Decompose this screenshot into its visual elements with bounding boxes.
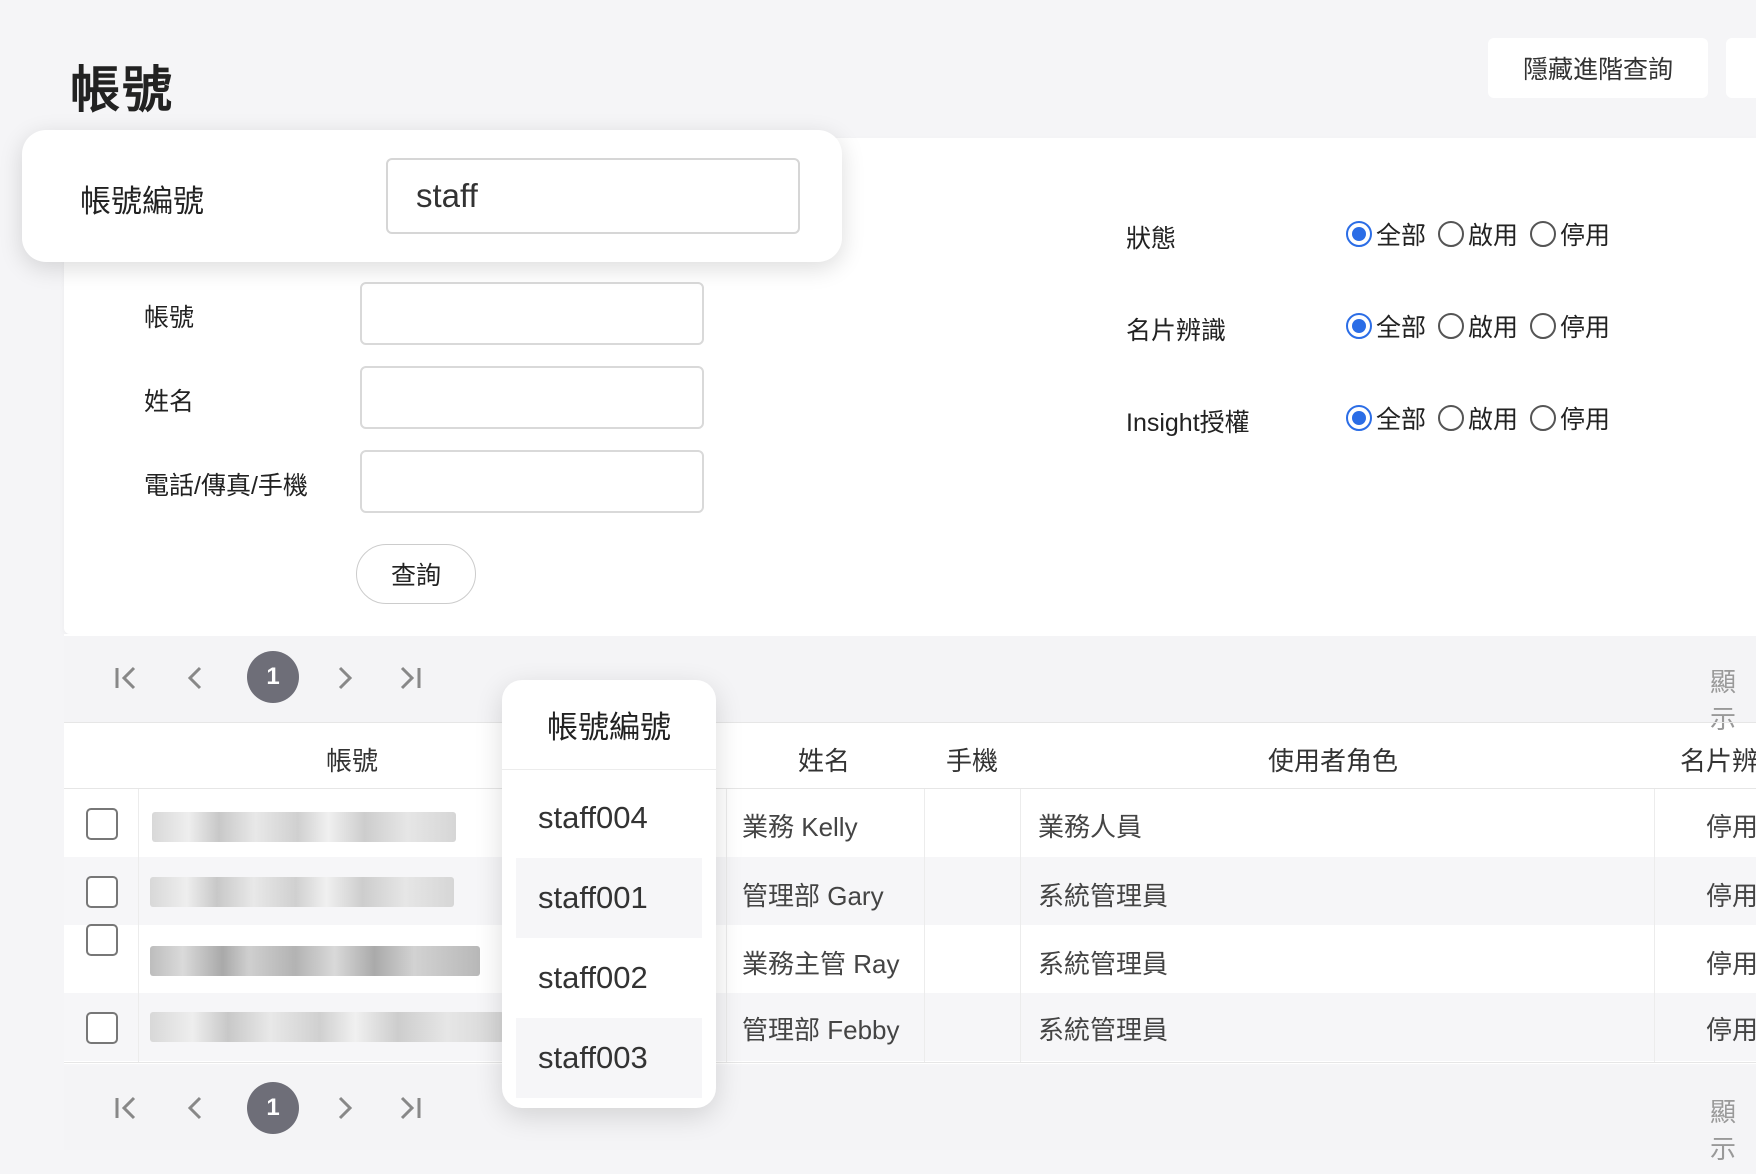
col-header-card-recognition[interactable]: 名片辨 bbox=[1680, 741, 1756, 778]
radio-checked-icon[interactable] bbox=[1346, 405, 1372, 431]
row-role: 系統管理員 bbox=[1038, 949, 1169, 979]
row-card-status: 停用 bbox=[1706, 881, 1756, 911]
account-blurred bbox=[152, 812, 456, 842]
status-option-enabled[interactable]: 啟用 bbox=[1438, 216, 1518, 252]
row-checkbox[interactable] bbox=[86, 808, 118, 840]
popover-item: staff004 bbox=[538, 800, 648, 835]
insight-option-enabled[interactable]: 啟用 bbox=[1438, 400, 1518, 436]
col-header-mobile[interactable]: 手機 bbox=[946, 741, 998, 778]
account-blurred bbox=[150, 946, 480, 976]
search-button[interactable]: 查詢 bbox=[356, 544, 476, 604]
insight-option-disabled[interactable]: 停用 bbox=[1530, 400, 1610, 436]
account-blurred bbox=[150, 877, 454, 907]
col-header-name[interactable]: 姓名 bbox=[798, 741, 850, 778]
row-checkbox[interactable] bbox=[86, 876, 118, 908]
insight-option-all[interactable]: 全部 bbox=[1346, 400, 1426, 436]
radio-icon[interactable] bbox=[1438, 221, 1465, 247]
insight-label: Insight授權 bbox=[1126, 409, 1250, 437]
prev-page-icon[interactable] bbox=[186, 1094, 204, 1122]
col-header-role[interactable]: 使用者角色 bbox=[1268, 741, 1398, 778]
account-input[interactable] bbox=[360, 282, 704, 345]
hide-advanced-search-button[interactable]: 隱藏進階查詢 bbox=[1488, 38, 1708, 98]
row-name: 業務主管 Ray bbox=[742, 949, 900, 979]
card-recognition-label: 名片辨識 bbox=[1126, 317, 1227, 345]
row-card-status: 停用 bbox=[1706, 1015, 1756, 1045]
account-label: 帳號 bbox=[144, 304, 195, 332]
row-role: 系統管理員 bbox=[1038, 881, 1169, 911]
status-label: 狀態 bbox=[1126, 225, 1177, 253]
first-page-icon[interactable] bbox=[114, 664, 138, 692]
radio-checked-icon[interactable] bbox=[1346, 313, 1372, 339]
card-option-all[interactable]: 全部 bbox=[1346, 308, 1426, 344]
card-recognition-radio-group: 全部 啟用 停用 bbox=[1346, 308, 1622, 344]
status-option-all[interactable]: 全部 bbox=[1346, 216, 1426, 252]
page-size-text: 顯示 bbox=[1710, 667, 1737, 734]
row-card-status: 停用 bbox=[1706, 949, 1756, 979]
divider bbox=[64, 1062, 1756, 1063]
radio-icon[interactable] bbox=[1530, 313, 1557, 339]
col-separator bbox=[924, 789, 925, 1062]
phone-label: 電話/傳真/手機 bbox=[144, 472, 308, 500]
first-page-icon[interactable] bbox=[114, 1094, 138, 1122]
next-page-icon[interactable] bbox=[336, 664, 354, 692]
card-option-disabled[interactable]: 停用 bbox=[1530, 308, 1610, 344]
pager-top bbox=[64, 636, 1756, 722]
status-radio-group: 全部 啟用 停用 bbox=[1346, 216, 1622, 252]
name-input[interactable] bbox=[360, 366, 704, 429]
popover-item: staff002 bbox=[538, 960, 648, 995]
account-id-column-popover: 帳號編號 staff004 staff001 staff002 staff003 bbox=[502, 680, 716, 1108]
popover-header: 帳號編號 bbox=[502, 680, 716, 770]
col-header-account[interactable]: 帳號 bbox=[326, 741, 378, 778]
row-name: 業務 Kelly bbox=[742, 812, 858, 842]
account-blurred bbox=[150, 1012, 504, 1042]
card-option-enabled[interactable]: 啟用 bbox=[1438, 308, 1518, 344]
next-page-icon[interactable] bbox=[336, 1094, 354, 1122]
current-page-button[interactable]: 1 bbox=[247, 651, 299, 703]
header-action-button[interactable] bbox=[1726, 38, 1756, 98]
current-page-button[interactable]: 1 bbox=[247, 1082, 299, 1134]
account-id-label: 帳號編號 bbox=[80, 184, 204, 219]
row-role: 業務人員 bbox=[1038, 812, 1143, 842]
page-title: 帳號 bbox=[70, 62, 174, 118]
row-card-status: 停用 bbox=[1706, 812, 1756, 842]
popover-item: staff001 bbox=[516, 858, 702, 938]
phone-input[interactable] bbox=[360, 450, 704, 513]
row-name: 管理部 Gary bbox=[742, 881, 884, 911]
row-checkbox[interactable] bbox=[86, 924, 118, 956]
radio-icon[interactable] bbox=[1438, 313, 1465, 339]
radio-checked-icon[interactable] bbox=[1346, 221, 1372, 247]
col-separator bbox=[726, 789, 727, 1062]
name-label: 姓名 bbox=[144, 388, 195, 416]
pager-bottom bbox=[64, 1066, 1756, 1150]
popover-item: staff003 bbox=[516, 1018, 702, 1098]
prev-page-icon[interactable] bbox=[186, 664, 204, 692]
col-separator bbox=[138, 789, 139, 1062]
radio-icon[interactable] bbox=[1530, 221, 1557, 247]
insight-radio-group: 全部 啟用 停用 bbox=[1346, 400, 1622, 436]
last-page-icon[interactable] bbox=[398, 664, 422, 692]
account-id-input[interactable]: staff bbox=[386, 158, 800, 234]
row-role: 系統管理員 bbox=[1038, 1015, 1169, 1045]
col-separator bbox=[1020, 789, 1021, 1062]
row-name: 管理部 Febby bbox=[742, 1015, 900, 1045]
divider bbox=[64, 722, 1756, 723]
row-checkbox[interactable] bbox=[86, 1012, 118, 1044]
last-page-icon[interactable] bbox=[398, 1094, 422, 1122]
status-option-disabled[interactable]: 停用 bbox=[1530, 216, 1610, 252]
col-separator bbox=[1654, 789, 1655, 1062]
radio-icon[interactable] bbox=[1530, 405, 1557, 431]
radio-icon[interactable] bbox=[1438, 405, 1465, 431]
page-size-text: 顯示 bbox=[1710, 1097, 1737, 1164]
